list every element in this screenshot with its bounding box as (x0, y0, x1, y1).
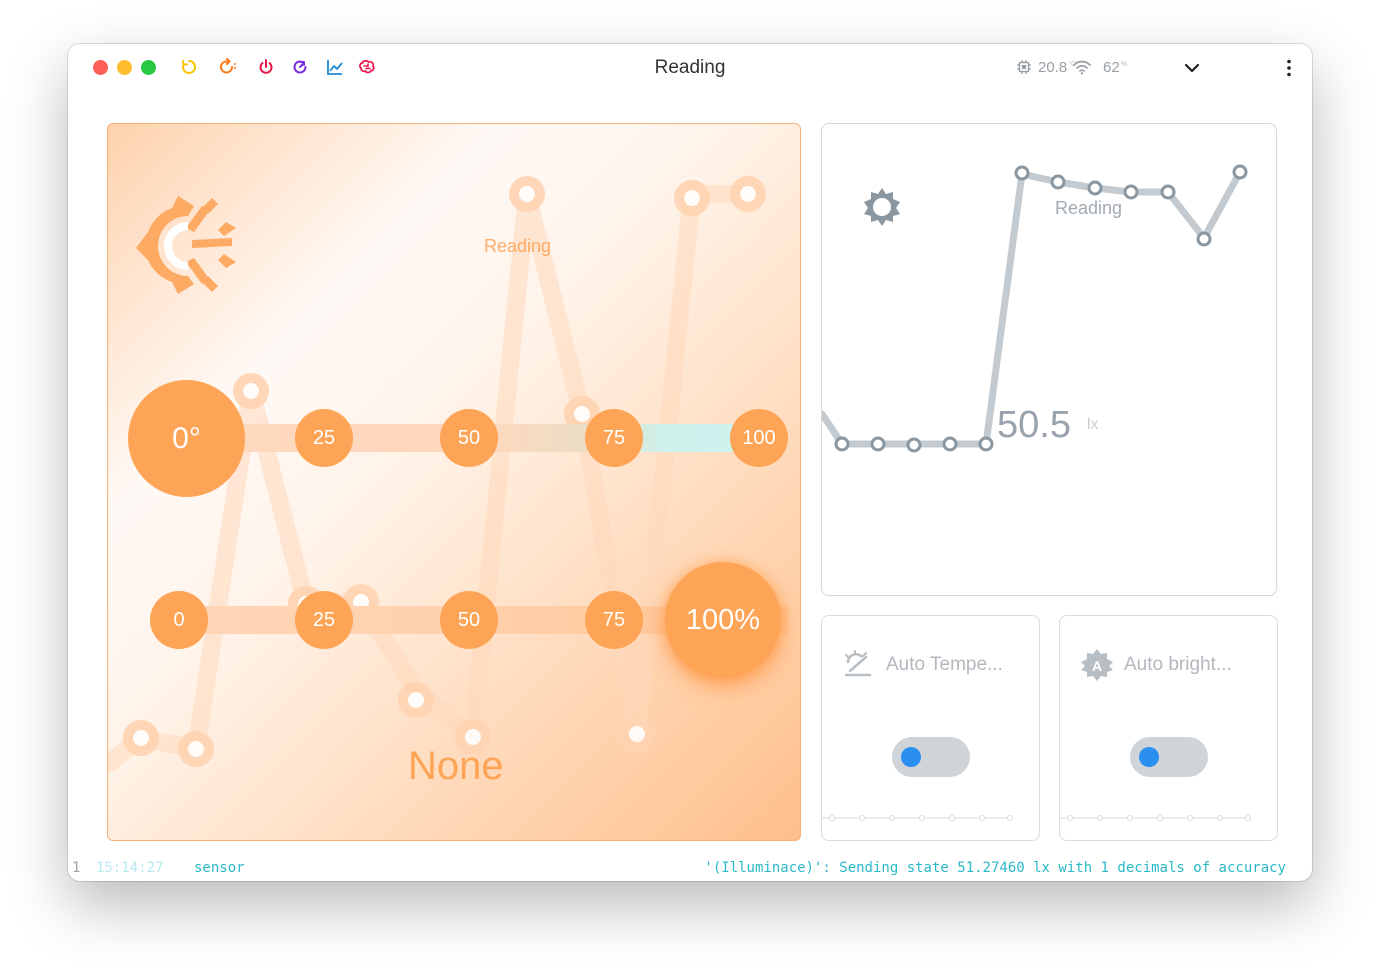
color-temp-stop-25[interactable]: 25 (295, 409, 353, 467)
main-value: None (408, 744, 504, 788)
app-window: Reading 20.8°C 62% Reading 0° 25 50 75 1… (68, 44, 1312, 881)
illuminance-value: 50.5 (997, 404, 1071, 446)
chart-point (1014, 165, 1030, 181)
expand-chevron-icon[interactable] (758, 769, 780, 787)
wifi-icon (1073, 60, 1091, 75)
chart-point (942, 436, 958, 452)
color-temperature-knob[interactable]: 0° (128, 380, 245, 497)
chart-point (1160, 184, 1176, 200)
chevron-down-icon[interactable] (1182, 58, 1202, 78)
chart-point (1087, 180, 1103, 196)
color-temp-stop-50[interactable]: 50 (440, 409, 498, 467)
illuminance-chart-card[interactable]: Reading 50.5 lx (821, 123, 1277, 596)
auto-brightness-sparkline (1060, 815, 1251, 821)
chart-point (1232, 164, 1248, 180)
brightness-knob[interactable]: 100% (665, 562, 781, 678)
svg-text:A: A (1092, 658, 1102, 674)
chart-reading-label: Reading (1055, 198, 1123, 218)
auto-brightness-card[interactable]: A Auto bright... (1059, 615, 1278, 841)
color-temp-stop-75[interactable]: 75 (585, 409, 643, 467)
auto-brightness-switch[interactable] (1130, 737, 1208, 777)
auto-temperature-switch[interactable] (892, 737, 970, 777)
cpu-icon (1017, 60, 1031, 74)
color-temp-stop-100[interactable]: 100 (730, 409, 788, 467)
chart-point (1123, 184, 1139, 200)
illuminance-unit: lx (1087, 416, 1099, 433)
temperature-readout: 20.8°C (1038, 59, 1077, 76)
switch-knob (901, 747, 921, 767)
log-line-number: 1 (72, 860, 81, 876)
chart-point (978, 436, 994, 452)
log-line: 1 15:14:27 sensor '(Illuminace)': Sendin… (68, 859, 1312, 881)
chart-point (1196, 231, 1212, 247)
auto-brightness-icon: A (1081, 649, 1113, 681)
chart-point (1050, 174, 1066, 190)
auto-brightness-mode-icon (136, 196, 236, 294)
auto-temperature-label: Auto Tempe... (886, 654, 1003, 675)
switch-knob (1139, 747, 1159, 767)
log-source: sensor (194, 860, 245, 876)
log-timestamp: 15:14:27 (96, 860, 164, 876)
brightness-stop-75[interactable]: 75 (585, 591, 643, 649)
brightness-stop-25[interactable]: 25 (295, 591, 353, 649)
auto-temperature-card[interactable]: Auto Tempe... (821, 615, 1040, 841)
chart-point (834, 436, 850, 452)
auto-temperature-icon (844, 650, 872, 677)
chart-point (870, 436, 886, 452)
signal-readout: 62% (1103, 59, 1127, 76)
light-control-card: Reading 0° 25 50 75 100 0 25 50 75 100% … (107, 123, 801, 841)
brightness-stop-0[interactable]: 0 (150, 591, 208, 649)
auto-brightness-label: Auto bright... (1124, 654, 1232, 675)
more-menu-icon[interactable] (1279, 58, 1299, 78)
log-message: '(Illuminace)': Sending state 51.27460 l… (704, 860, 1286, 876)
auto-temperature-sparkline (822, 815, 1013, 821)
title-bar: Reading 20.8°C 62% (68, 44, 1312, 92)
main-reading-label: Reading (484, 236, 552, 256)
chart-point (906, 437, 922, 453)
brightness-stop-50[interactable]: 50 (440, 591, 498, 649)
sun-icon (864, 188, 900, 226)
